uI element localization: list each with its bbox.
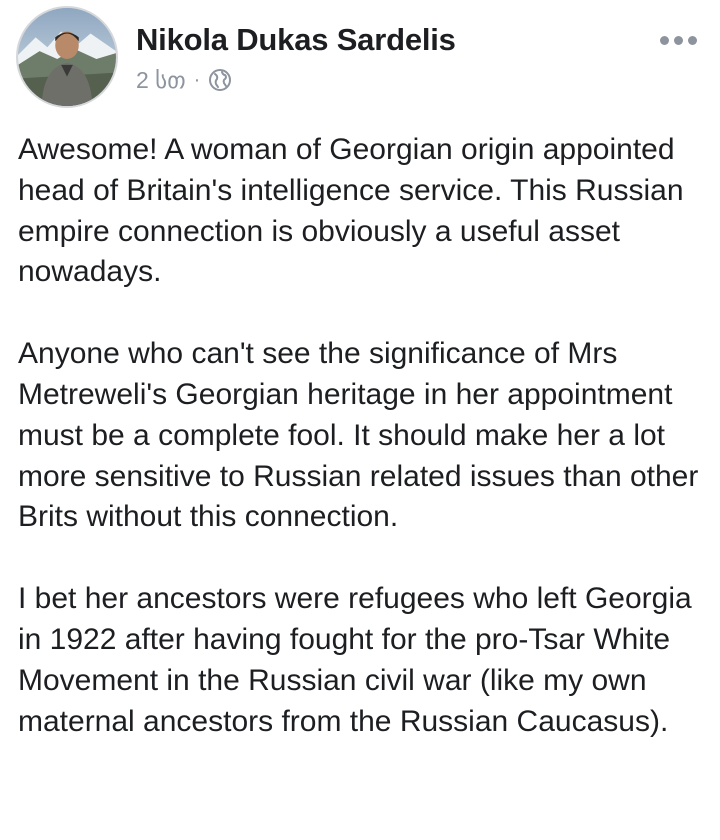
more-options-icon [687,35,697,45]
author-name[interactable]: Nikola Dukas Sardelis [136,20,456,60]
post-header: Nikola Dukas Sardelis 2 სთ · [0,0,720,118]
more-options-icon [673,35,683,45]
post-timestamp[interactable]: 2 სთ [136,67,186,94]
more-options-icon [659,35,669,45]
post-body: Awesome! A woman of Georgian origin appo… [18,130,708,742]
avatar[interactable] [16,6,118,108]
facebook-post: Nikola Dukas Sardelis 2 სთ · Awesome! A … [0,0,720,840]
post-paragraph: Anyone who can't see the significance of… [18,337,699,534]
profile-photo-icon [18,8,116,106]
post-paragraph: I bet her ancestors were refugees who le… [18,582,692,738]
post-meta: 2 სთ · [136,64,232,96]
more-options-button[interactable] [654,26,702,54]
meta-separator: · [193,68,201,91]
globe-icon[interactable] [208,68,232,92]
post-paragraph: Awesome! A woman of Georgian origin appo… [18,133,684,289]
